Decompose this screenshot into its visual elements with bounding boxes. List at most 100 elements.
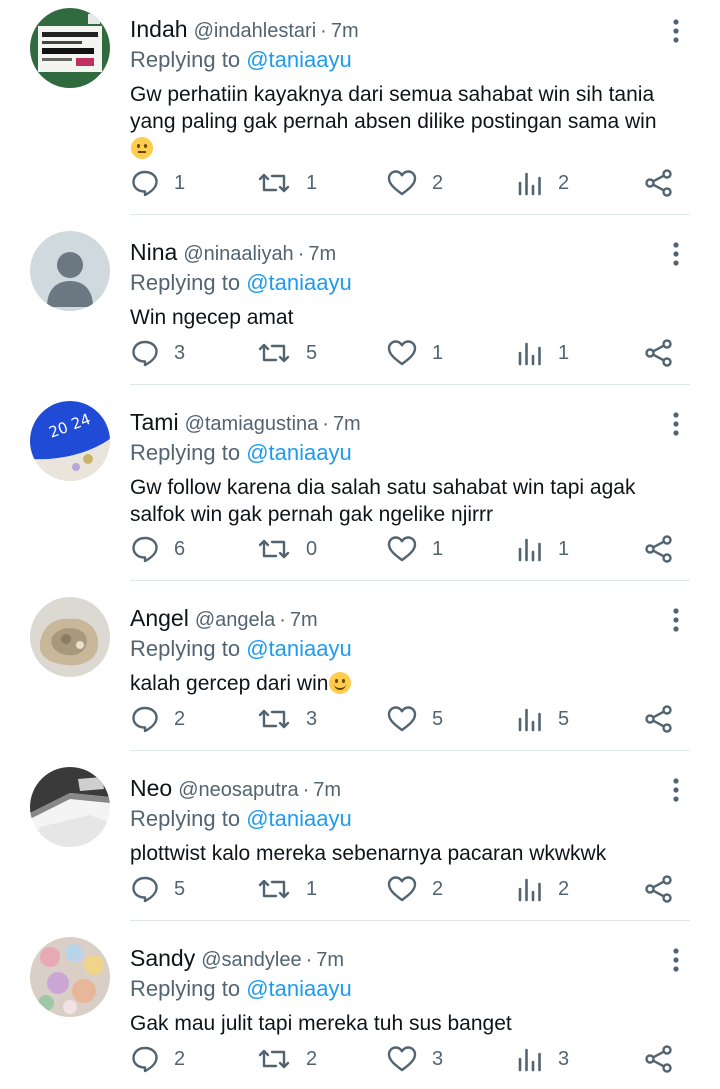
retweet-button[interactable]: 0 bbox=[256, 532, 317, 566]
heart-icon bbox=[387, 706, 417, 732]
replying-to-handle[interactable]: @taniaayu bbox=[246, 440, 352, 465]
reply-button[interactable]: 1 bbox=[130, 166, 185, 200]
reply-text: plottwist kalo mereka sebenarnya pacaran… bbox=[130, 840, 690, 867]
replying-to-line: Replying to @taniaayu bbox=[130, 438, 352, 468]
avatar[interactable]: 20 24 bbox=[30, 401, 110, 481]
heart-icon bbox=[387, 170, 417, 196]
analytics-icon bbox=[518, 538, 541, 562]
display-name[interactable]: Nina bbox=[130, 239, 177, 265]
display-name[interactable]: Angel bbox=[130, 605, 189, 631]
user-handle[interactable]: @tamiagustina bbox=[185, 413, 319, 435]
replying-to-handle[interactable]: @taniaayu bbox=[246, 270, 352, 295]
views-button[interactable]: 3 bbox=[516, 1042, 569, 1076]
user-handle[interactable]: @angela bbox=[195, 609, 275, 631]
more-options-icon[interactable] bbox=[664, 18, 688, 44]
replying-to-label: Replying to bbox=[130, 270, 241, 295]
like-button[interactable]: 1 bbox=[386, 336, 443, 370]
share-button[interactable] bbox=[644, 872, 674, 906]
like-button[interactable]: 2 bbox=[386, 166, 443, 200]
divider bbox=[130, 384, 690, 385]
reply-button[interactable]: 6 bbox=[130, 532, 185, 566]
action-bar: 2 2 3 3 bbox=[130, 1042, 690, 1076]
display-name[interactable]: Indah bbox=[130, 16, 188, 42]
share-button[interactable] bbox=[644, 336, 674, 370]
reply-button[interactable]: 2 bbox=[130, 702, 185, 736]
replying-to-handle[interactable]: @taniaayu bbox=[246, 47, 352, 72]
replying-to-label: Replying to bbox=[130, 636, 241, 661]
timestamp[interactable]: 7m bbox=[333, 413, 361, 435]
retweet-count: 1 bbox=[306, 877, 318, 900]
reply-count: 3 bbox=[174, 341, 186, 364]
reply-button[interactable]: 2 bbox=[130, 1042, 185, 1076]
user-handle[interactable]: @indahlestari bbox=[194, 20, 317, 42]
avatar[interactable] bbox=[30, 597, 110, 677]
display-name[interactable]: Tami bbox=[130, 409, 179, 435]
views-count: 2 bbox=[558, 171, 570, 194]
reply-text: kalah gercep dari win bbox=[130, 670, 690, 697]
user-handle[interactable]: @neosaputra bbox=[178, 779, 298, 801]
more-options-icon[interactable] bbox=[664, 411, 688, 437]
more-options-icon[interactable] bbox=[664, 607, 688, 633]
reply-text: Gw perhatiin kayaknya dari semua sahabat… bbox=[130, 81, 690, 162]
views-button[interactable]: 1 bbox=[516, 336, 569, 370]
avatar[interactable] bbox=[30, 231, 110, 311]
avatar[interactable] bbox=[30, 8, 110, 88]
more-options-icon[interactable] bbox=[664, 777, 688, 803]
reply-text-content: kalah gercep dari win bbox=[130, 672, 329, 695]
reply-icon bbox=[132, 706, 158, 733]
action-bar: 3 5 1 1 bbox=[130, 336, 690, 370]
views-button[interactable]: 2 bbox=[516, 872, 569, 906]
share-icon bbox=[645, 875, 672, 903]
reply-header: Indah @indahlestari · 7m bbox=[130, 14, 359, 44]
more-options-icon[interactable] bbox=[664, 947, 688, 973]
avatar[interactable] bbox=[30, 937, 110, 1017]
retweet-icon bbox=[258, 173, 290, 193]
reply-button[interactable]: 5 bbox=[130, 872, 185, 906]
share-button[interactable] bbox=[644, 702, 674, 736]
like-button[interactable]: 2 bbox=[386, 872, 443, 906]
replying-to-label: Replying to bbox=[130, 976, 241, 1001]
like-button[interactable]: 5 bbox=[386, 702, 443, 736]
action-bar: 2 3 5 5 bbox=[130, 702, 690, 736]
replying-to-handle[interactable]: @taniaayu bbox=[246, 636, 352, 661]
timestamp[interactable]: 7m bbox=[316, 949, 344, 971]
like-count: 3 bbox=[432, 1047, 444, 1070]
timestamp[interactable]: 7m bbox=[331, 20, 359, 42]
views-button[interactable]: 2 bbox=[516, 166, 569, 200]
retweet-button[interactable]: 1 bbox=[256, 166, 317, 200]
user-handle[interactable]: @sandylee bbox=[201, 949, 301, 971]
user-handle[interactable]: @ninaaliyah bbox=[183, 243, 293, 265]
replying-to-handle[interactable]: @taniaayu bbox=[246, 976, 352, 1001]
display-name[interactable]: Neo bbox=[130, 775, 172, 801]
like-count: 1 bbox=[432, 537, 444, 560]
replying-to-handle[interactable]: @taniaayu bbox=[246, 806, 352, 831]
reply-button[interactable]: 3 bbox=[130, 336, 185, 370]
timestamp[interactable]: 7m bbox=[313, 779, 341, 801]
like-button[interactable]: 3 bbox=[386, 1042, 443, 1076]
analytics-icon bbox=[518, 172, 541, 196]
share-icon bbox=[645, 535, 672, 563]
share-icon bbox=[645, 169, 672, 197]
views-button[interactable]: 5 bbox=[516, 702, 569, 736]
display-name[interactable]: Sandy bbox=[130, 945, 195, 971]
share-button[interactable] bbox=[644, 166, 674, 200]
reply-header: Neo @neosaputra · 7m bbox=[130, 773, 341, 803]
share-button[interactable] bbox=[644, 1042, 674, 1076]
retweet-button[interactable]: 3 bbox=[256, 702, 317, 736]
retweet-button[interactable]: 2 bbox=[256, 1042, 317, 1076]
timestamp[interactable]: 7m bbox=[308, 243, 336, 265]
reply-text-content: plottwist kalo mereka sebenarnya pacaran… bbox=[130, 842, 607, 865]
retweet-count: 1 bbox=[306, 171, 318, 194]
more-options-icon[interactable] bbox=[664, 241, 688, 267]
views-button[interactable]: 1 bbox=[516, 532, 569, 566]
like-button[interactable]: 1 bbox=[386, 532, 443, 566]
share-button[interactable] bbox=[644, 532, 674, 566]
retweet-button[interactable]: 1 bbox=[256, 872, 317, 906]
retweet-button[interactable]: 5 bbox=[256, 336, 317, 370]
reply-icon bbox=[132, 340, 158, 367]
timestamp[interactable]: 7m bbox=[290, 609, 318, 631]
replying-to-line: Replying to @taniaayu bbox=[130, 268, 352, 298]
analytics-icon bbox=[518, 1048, 541, 1072]
avatar[interactable] bbox=[30, 767, 110, 847]
like-count: 2 bbox=[432, 877, 444, 900]
